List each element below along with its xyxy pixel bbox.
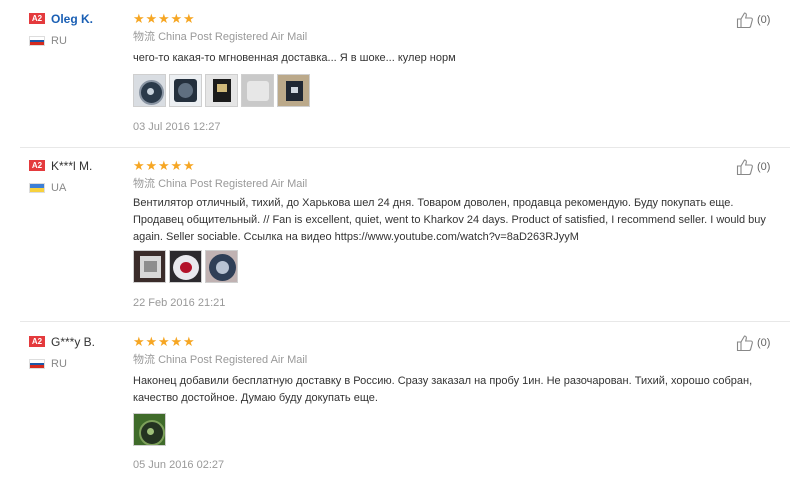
- reviewer-name[interactable]: Oleg K.: [51, 12, 93, 26]
- thumbs-up-icon: [736, 335, 753, 352]
- star-icon: ★: [133, 11, 145, 26]
- flag-ru-icon: [29, 36, 45, 46]
- shipping-label: 物流: [133, 31, 155, 43]
- useful-count: (0): [757, 161, 771, 173]
- fan-photo-icon[interactable]: [169, 74, 202, 107]
- installed-fan-photo-icon[interactable]: [133, 413, 166, 446]
- star-icon: ★: [145, 158, 158, 173]
- review-photos: [133, 250, 238, 283]
- shipping-method: China Post Registered Air Mail: [158, 354, 308, 366]
- review-date: 22 Feb 2016 21:21: [133, 297, 226, 309]
- flag-ua-icon: [29, 183, 45, 193]
- star-icon: ★: [158, 11, 170, 26]
- star-icon: ★: [158, 158, 170, 173]
- useful-count: (0): [757, 14, 771, 26]
- review-item: A2 K***l M. UA ★ ★ ★ ★ ★ 物流 China Post R…: [0, 150, 800, 322]
- rating-stars: ★ ★ ★ ★ ★: [133, 335, 196, 349]
- review-text: Наконец добавили бесплатную доставку в Р…: [133, 375, 753, 404]
- fan-photo-icon[interactable]: [169, 250, 202, 283]
- thumbs-up-icon: [736, 159, 753, 176]
- rating-stars: ★ ★ ★ ★ ★: [133, 12, 196, 26]
- package-photo-icon[interactable]: [241, 74, 274, 107]
- star-icon: ★: [145, 11, 158, 26]
- shipping-label: 物流: [133, 354, 155, 366]
- review-date: 03 Jul 2016 12:27: [133, 121, 221, 133]
- buyer-level-badge: A2: [29, 160, 45, 171]
- shipping-method: China Post Registered Air Mail: [158, 31, 308, 43]
- reviewer-name: G***y B.: [51, 335, 96, 349]
- useful-button[interactable]: (0): [736, 158, 770, 176]
- flag-ru-icon: [29, 359, 45, 369]
- review-divider: [20, 147, 790, 148]
- shipping-label: 物流: [133, 178, 155, 190]
- buyer-level-badge: A2: [29, 336, 45, 347]
- useful-button[interactable]: (0): [736, 11, 770, 29]
- review-photos: [133, 74, 310, 107]
- package-photo-icon[interactable]: [205, 74, 238, 107]
- star-icon: ★: [183, 158, 195, 173]
- useful-count: (0): [757, 337, 771, 349]
- review-item: A2 Oleg K. RU ★ ★ ★ ★ ★ 物流 China Post Re…: [0, 0, 800, 150]
- reviewer-name: K***l M.: [51, 159, 93, 173]
- thumbs-up-icon: [736, 12, 753, 29]
- buyer-level-badge: A2: [29, 13, 45, 24]
- review-photos: [133, 413, 166, 446]
- fan-photo-icon[interactable]: [133, 74, 166, 107]
- star-icon: ★: [145, 334, 158, 349]
- rating-stars: ★ ★ ★ ★ ★: [133, 159, 196, 173]
- star-icon: ★: [170, 11, 183, 26]
- star-icon: ★: [183, 334, 195, 349]
- review-item: A2 G***y B. RU ★ ★ ★ ★ ★ 物流 China Post R…: [0, 322, 800, 485]
- fan-photo-icon[interactable]: [205, 250, 238, 283]
- review-text: чего-то какая-то мгновенная доставка... …: [133, 52, 456, 64]
- shipping-method: China Post Registered Air Mail: [158, 178, 308, 190]
- shipping-info: 物流 China Post Registered Air Mail: [133, 30, 307, 44]
- star-icon: ★: [133, 334, 145, 349]
- package-photo-icon[interactable]: [133, 250, 166, 283]
- useful-button[interactable]: (0): [736, 334, 770, 352]
- star-icon: ★: [170, 158, 183, 173]
- review-date: 05 Jun 2016 02:27: [133, 459, 225, 471]
- review-text: Вентилятор отличный, тихий, до Харькова …: [133, 197, 766, 243]
- reviewer-country: RU: [51, 358, 67, 370]
- star-icon: ★: [183, 11, 195, 26]
- reviewer-country: UA: [51, 182, 67, 194]
- box-photo-icon[interactable]: [277, 74, 310, 107]
- star-icon: ★: [170, 334, 183, 349]
- shipping-info: 物流 China Post Registered Air Mail: [133, 353, 307, 367]
- shipping-info: 物流 China Post Registered Air Mail: [133, 177, 307, 191]
- star-icon: ★: [133, 158, 145, 173]
- reviewer-country: RU: [51, 35, 67, 47]
- star-icon: ★: [158, 334, 170, 349]
